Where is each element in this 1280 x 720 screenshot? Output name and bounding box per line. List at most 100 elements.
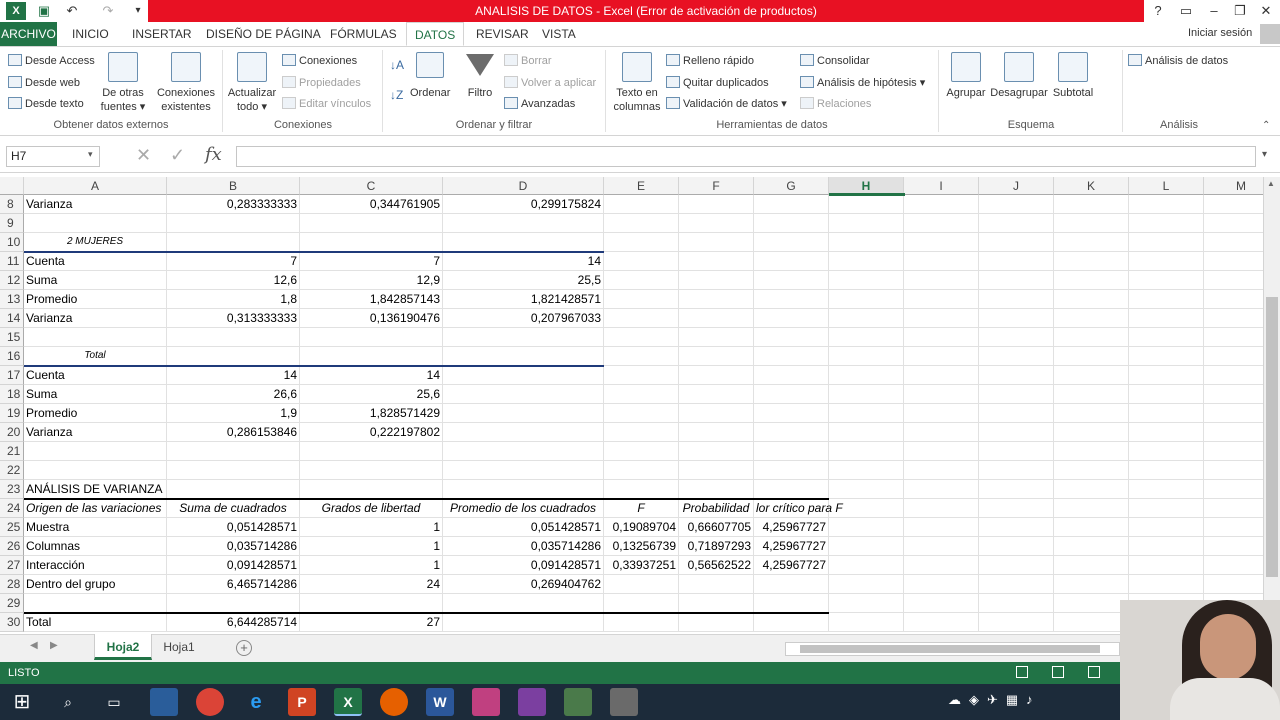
conexiones-existentes-button[interactable]: Conexiones existentes	[154, 52, 218, 118]
cell[interactable]	[979, 252, 1054, 271]
conexiones-button[interactable]: Conexiones	[282, 54, 357, 68]
cell[interactable]: Varianza	[24, 309, 167, 328]
cell[interactable]	[1204, 328, 1263, 347]
cell[interactable]	[754, 404, 829, 423]
cell[interactable]	[679, 195, 754, 214]
cell[interactable]	[1054, 480, 1129, 499]
cell[interactable]	[1054, 214, 1129, 233]
cell[interactable]	[1129, 537, 1204, 556]
tab-vista[interactable]: VISTA	[534, 22, 584, 46]
cell[interactable]	[1129, 271, 1204, 290]
cell[interactable]	[829, 271, 904, 290]
cell[interactable]	[443, 594, 604, 613]
cell[interactable]	[443, 404, 604, 423]
cell[interactable]	[904, 366, 979, 385]
row-header[interactable]: 30	[0, 613, 24, 632]
cell[interactable]	[979, 309, 1054, 328]
word-icon[interactable]: W	[426, 688, 454, 716]
cell[interactable]	[904, 271, 979, 290]
row-header[interactable]: 15	[0, 328, 24, 347]
cell[interactable]	[679, 442, 754, 461]
cell[interactable]	[979, 537, 1054, 556]
cell[interactable]	[979, 347, 1054, 366]
cell[interactable]	[167, 214, 300, 233]
cell[interactable]: Suma	[24, 385, 167, 404]
cell[interactable]	[1204, 385, 1263, 404]
cell[interactable]	[1129, 195, 1204, 214]
consolidar-button[interactable]: Consolidar	[800, 54, 870, 68]
insert-function-icon[interactable]: fx	[205, 144, 222, 165]
cell[interactable]: ANÁLISIS DE VARIANZA	[24, 480, 167, 499]
cell[interactable]	[1204, 537, 1263, 556]
cell[interactable]	[679, 366, 754, 385]
cell[interactable]	[904, 537, 979, 556]
row-header[interactable]: 12	[0, 271, 24, 290]
cell[interactable]: 0,66607705	[679, 518, 754, 537]
cell[interactable]	[1129, 233, 1204, 252]
cell[interactable]	[904, 233, 979, 252]
cell[interactable]	[754, 233, 829, 252]
cell[interactable]	[979, 442, 1054, 461]
tab-archivo[interactable]: ARCHIVO	[0, 22, 57, 46]
actualizar-todo-button[interactable]: Actualizar todo ▾	[224, 52, 280, 118]
cell[interactable]	[24, 328, 167, 347]
firefox-icon[interactable]	[380, 688, 408, 716]
section-label[interactable]: Total	[24, 347, 167, 366]
cell[interactable]	[604, 252, 679, 271]
cell[interactable]	[443, 366, 604, 385]
tab-formulas[interactable]: FÓRMULAS	[322, 22, 405, 46]
anova-header-cell[interactable]: Origen de las variaciones	[24, 499, 167, 518]
cell[interactable]: 1,821428571	[443, 290, 604, 309]
section-label[interactable]: 2 MUJERES	[24, 233, 167, 252]
cell[interactable]	[829, 214, 904, 233]
ribbon-display-icon[interactable]: ▭	[1172, 0, 1200, 22]
cell[interactable]	[1054, 366, 1129, 385]
cell[interactable]: 6,644285714	[167, 613, 300, 632]
editar-vinculos-button[interactable]: Editar vínculos	[282, 97, 371, 111]
row-header[interactable]: 14	[0, 309, 24, 328]
otras-fuentes-button[interactable]: De otras fuentes ▾	[96, 52, 150, 118]
cell[interactable]	[1129, 290, 1204, 309]
cell[interactable]	[1204, 518, 1263, 537]
desde-web-button[interactable]: Desde web	[8, 76, 80, 90]
cell[interactable]	[829, 385, 904, 404]
cell[interactable]	[604, 385, 679, 404]
cell[interactable]	[1129, 328, 1204, 347]
cell[interactable]	[829, 575, 904, 594]
column-header-g[interactable]: G	[754, 177, 829, 195]
cell[interactable]	[604, 613, 679, 632]
cell[interactable]	[604, 195, 679, 214]
cell[interactable]	[679, 252, 754, 271]
close-icon[interactable]: ✕	[1252, 0, 1280, 22]
cell[interactable]	[979, 233, 1054, 252]
cell[interactable]	[604, 271, 679, 290]
row-header[interactable]: 9	[0, 214, 24, 233]
enter-icon[interactable]: ✓	[170, 145, 185, 166]
cell[interactable]	[1054, 613, 1129, 632]
cell[interactable]	[979, 461, 1054, 480]
cell[interactable]	[679, 290, 754, 309]
cell[interactable]: 1	[300, 537, 443, 556]
tab-diseno[interactable]: DISEÑO DE PÁGINA	[198, 22, 329, 46]
cell[interactable]	[604, 404, 679, 423]
cell[interactable]	[300, 594, 443, 613]
cell[interactable]	[829, 233, 904, 252]
cell[interactable]	[904, 442, 979, 461]
cell[interactable]: 0,222197802	[300, 423, 443, 442]
sheet-tab-hoja2[interactable]: Hoja2	[94, 634, 152, 660]
cell[interactable]: 26,6	[167, 385, 300, 404]
subtotal-button[interactable]: Subtotal	[1050, 52, 1096, 118]
cell[interactable]	[679, 461, 754, 480]
cell[interactable]	[754, 575, 829, 594]
cell[interactable]	[167, 480, 300, 499]
cell[interactable]	[1204, 499, 1263, 518]
cell[interactable]	[167, 442, 300, 461]
cell[interactable]	[300, 233, 443, 252]
tab-datos[interactable]: DATOS	[406, 22, 465, 46]
cell[interactable]	[754, 195, 829, 214]
cell[interactable]	[443, 385, 604, 404]
cell[interactable]: 0,269404762	[443, 575, 604, 594]
powerpoint-icon[interactable]: P	[288, 688, 316, 716]
row-header[interactable]: 11	[0, 252, 24, 271]
cell[interactable]	[604, 347, 679, 366]
